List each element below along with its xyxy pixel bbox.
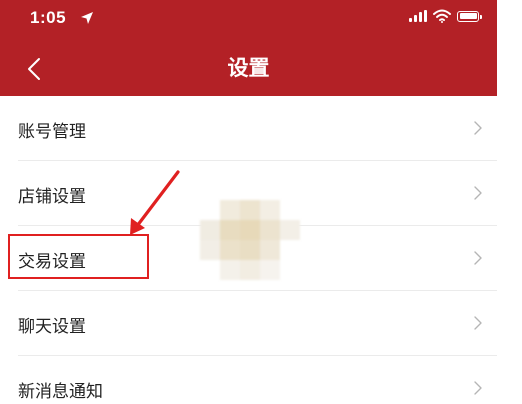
right-gutter [497,0,522,404]
settings-item-account[interactable]: 账号管理 [0,96,497,161]
settings-item-label: 店铺设置 [18,187,86,207]
status-time: 1:05 [30,8,67,27]
chevron-right-icon [474,251,482,265]
status-indicators [409,9,482,23]
blurred-mosaic [200,200,300,280]
settings-item-label: 新消息通知 [18,382,103,402]
settings-item-label: 账号管理 [18,122,86,142]
wifi-icon [433,9,451,23]
chevron-right-icon [474,121,482,135]
chevron-right-icon [474,316,482,330]
annotation-highlight-box [8,234,149,279]
settings-item-chat[interactable]: 聊天设置 [0,291,497,356]
battery-icon [457,10,482,22]
header-bar: 1:05 设置 [0,0,497,96]
settings-item-notifications[interactable]: 新消息通知 [0,356,497,404]
location-arrow-icon [81,12,93,24]
chevron-right-icon [474,381,482,395]
chevron-right-icon [474,186,482,200]
settings-screen: 1:05 设置 账号管理 店铺设置 交易设置 聊天设置 新消息通知 [0,0,497,404]
signal-icon [409,10,427,22]
annotation-arrow-icon [130,170,180,235]
page-title: 设置 [227,56,270,80]
settings-item-label: 聊天设置 [18,317,86,337]
